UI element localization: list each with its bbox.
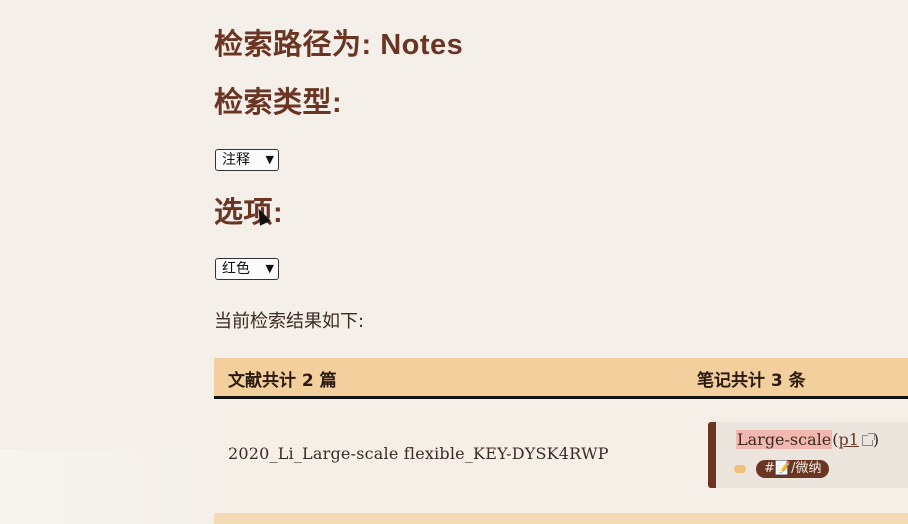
doc-count-header: 文献共计 2 篇 bbox=[228, 371, 337, 391]
page-link[interactable]: p1 bbox=[838, 430, 858, 449]
external-link-icon[interactable] bbox=[861, 433, 875, 446]
chevron-down-icon: ▼ bbox=[265, 262, 274, 275]
note-card: Large-scale(p1) #📝/微纳 bbox=[708, 422, 908, 488]
table-row: 2020_Li_Large-scale flexible_KEY-DYSK4RW… bbox=[214, 399, 908, 513]
results-table-header: 文献共计 2 篇 笔记共计 3 条 bbox=[214, 358, 908, 399]
option-heading: 选项: bbox=[214, 197, 284, 229]
note-text: Large-scale(p1) bbox=[736, 430, 879, 449]
option-value: 红色 bbox=[222, 261, 250, 277]
search-type-value: 注释 bbox=[222, 152, 250, 168]
tag-row: #📝/微纳 bbox=[734, 459, 830, 479]
left-fade bbox=[0, 450, 200, 524]
result-label: 当前检索结果如下: bbox=[214, 311, 365, 332]
chevron-down-icon: ▼ bbox=[265, 153, 274, 166]
note-highlight: Large-scale bbox=[736, 430, 833, 449]
search-type-heading: 检索类型: bbox=[214, 87, 343, 119]
color-swatch bbox=[734, 465, 746, 473]
tag-pill[interactable]: #📝/微纳 bbox=[756, 460, 830, 478]
doc-title: 2020_Li_Large-scale flexible_KEY-DYSK4RW… bbox=[228, 444, 609, 463]
note-count-header: 笔记共计 3 条 bbox=[697, 371, 806, 391]
option-select[interactable]: 红色 ▼ bbox=[215, 258, 279, 280]
next-row-strip bbox=[214, 513, 908, 524]
search-path-heading: 检索路径为: Notes bbox=[214, 29, 464, 61]
search-type-select[interactable]: 注释 ▼ bbox=[215, 149, 279, 171]
page: 检索路径为: Notes 检索类型: 注释 ▼ 选项: 红色 ▼ 当前检索结果如… bbox=[0, 0, 908, 524]
